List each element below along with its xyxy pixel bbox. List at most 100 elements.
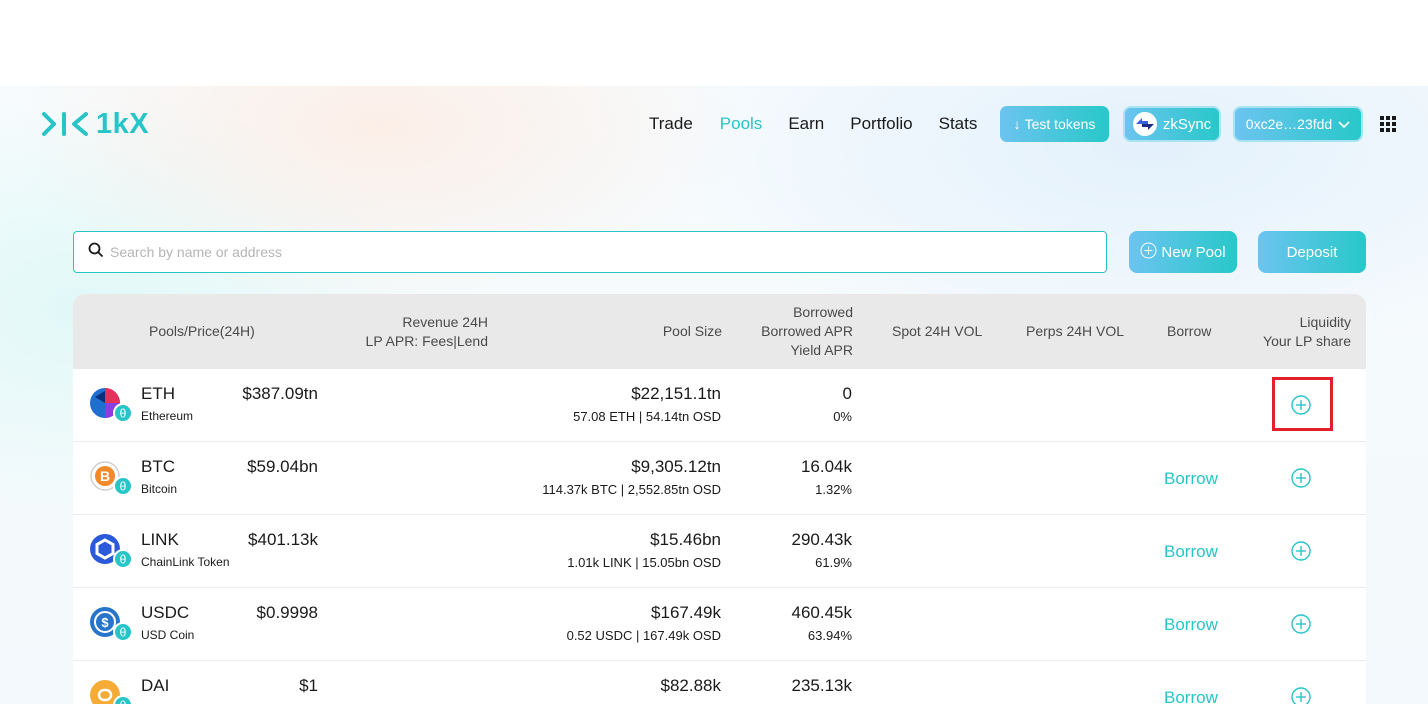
header-perps-vol[interactable]: Perps 24H VOL xyxy=(1026,322,1124,341)
borrowed-apr: 63.94% xyxy=(807,628,852,643)
token-symbol: DAI xyxy=(141,676,170,695)
deposit-label: Deposit xyxy=(1286,243,1338,261)
header-borrow: Borrow xyxy=(1167,323,1212,339)
token-symbol: LINK xyxy=(141,530,179,549)
table-row-btc[interactable]: B θ BTC Bitcoin $59.04bn $9,305.12tn 114… xyxy=(73,442,1366,515)
token-price: $0.9998 xyxy=(256,603,318,622)
nav-stats[interactable]: Stats xyxy=(939,114,978,134)
add-liquidity-button[interactable] xyxy=(1291,395,1311,415)
header-borrowed-line3: Yield APR xyxy=(790,342,853,358)
token-price: $1 xyxy=(299,676,318,695)
svg-text:θ: θ xyxy=(120,553,127,567)
btc-icon: B θ xyxy=(90,461,133,496)
token-symbol: ETH xyxy=(141,384,175,403)
deposit-button[interactable]: Deposit xyxy=(1258,231,1366,273)
token-name: Ethereum xyxy=(141,409,194,423)
logo-text: 1kX xyxy=(96,107,150,140)
table-row-link[interactable]: θ LINK ChainLink Token $401.13k $15.46bn… xyxy=(73,515,1366,588)
token-price: $401.13k xyxy=(248,530,318,549)
token-price: $59.04bn xyxy=(247,457,318,476)
top-blank-bar xyxy=(0,0,1428,86)
pool-size-detail: 0.52 USDC | 167.49k OSD xyxy=(566,628,721,643)
pool-size: $9,305.12tn xyxy=(631,457,721,476)
svg-text:θ: θ xyxy=(120,699,127,704)
link-icon: θ xyxy=(90,534,133,569)
header-revenue[interactable]: Revenue 24H LP APR: Fees|Lend xyxy=(366,313,488,351)
search-box xyxy=(73,231,1107,273)
header-liquidity-line2: Your LP share xyxy=(1263,333,1351,349)
token-symbol: USDC xyxy=(141,603,190,622)
header-borrowed-line2: Borrowed APR xyxy=(761,323,853,339)
nav-pools[interactable]: Pools xyxy=(720,114,763,134)
svg-text:B: B xyxy=(100,468,110,484)
test-tokens-button[interactable]: ↓ Test tokens xyxy=(1000,106,1109,142)
svg-text:θ: θ xyxy=(120,407,127,421)
header-pool-size[interactable]: Pool Size xyxy=(663,322,722,341)
pool-size: $167.49k xyxy=(651,603,721,622)
new-pool-label: New Pool xyxy=(1161,243,1226,261)
add-liquidity-button[interactable] xyxy=(1291,614,1311,634)
token-name: USD Coin xyxy=(141,628,195,642)
borrowed-value: 235.13k xyxy=(791,676,853,695)
header-liquidity-line1: Liquidity xyxy=(1299,314,1351,330)
borrow-link[interactable]: Borrow xyxy=(1164,469,1218,489)
eth-icon: θ xyxy=(90,388,133,423)
borrow-link[interactable]: Borrow xyxy=(1164,615,1218,635)
token-name: Bitcoin xyxy=(141,482,178,496)
logo[interactable]: 1kX xyxy=(42,107,150,140)
table-row-usdc[interactable]: $ θ USDC USD Coin $0.9998 $167.49k 0.52 … xyxy=(73,588,1366,661)
nav-trade[interactable]: Trade xyxy=(649,114,693,134)
borrow-link[interactable]: Borrow xyxy=(1164,688,1218,704)
network-button[interactable]: zkSync xyxy=(1123,106,1221,142)
logo-mark-icon xyxy=(42,111,90,137)
table-row-dai[interactable]: θ DAI $1 $82.88k 235.13k Borrow xyxy=(73,661,1366,704)
svg-text:θ: θ xyxy=(120,480,127,494)
chevron-down-icon xyxy=(1338,116,1350,132)
borrow-link[interactable]: Borrow xyxy=(1164,542,1218,562)
add-liquidity-button[interactable] xyxy=(1291,687,1311,704)
wallet-label: 0xc2e…23fdd xyxy=(1245,116,1333,132)
page: 1kX Trade Pools Earn Portfolio Stats ↓ T… xyxy=(0,86,1428,704)
borrowed-value: 16.04k xyxy=(800,457,852,476)
add-liquidity-button[interactable] xyxy=(1291,468,1311,488)
arrow-down-icon: ↓ xyxy=(1013,116,1021,132)
search-input[interactable] xyxy=(110,244,1106,260)
wallet-button[interactable]: 0xc2e…23fdd xyxy=(1233,106,1363,142)
pool-size-detail: 114.37k BTC | 2,552.85tn OSD xyxy=(542,482,721,497)
search-icon xyxy=(88,242,104,263)
header-pools[interactable]: Pools/Price(24H) xyxy=(149,322,255,341)
add-liquidity-button[interactable] xyxy=(1291,541,1311,561)
new-pool-button[interactable]: New Pool xyxy=(1129,231,1237,273)
pools-table: Pools/Price(24H) Revenue 24H LP APR: Fee… xyxy=(73,294,1366,704)
zksync-icon xyxy=(1132,112,1157,136)
pool-size: $15.46bn xyxy=(650,530,721,549)
pool-size: $22,151.1tn xyxy=(631,384,721,403)
nav-portfolio[interactable]: Portfolio xyxy=(850,114,912,134)
token-name: ChainLink Token xyxy=(141,555,230,569)
header-borrowed-line1: Borrowed xyxy=(793,304,853,320)
header-spot-vol[interactable]: Spot 24H VOL xyxy=(892,322,982,341)
borrowed-apr: 61.9% xyxy=(815,555,852,570)
main-nav: Trade Pools Earn Portfolio Stats xyxy=(649,114,977,134)
header-revenue-line2: LP APR: Fees|Lend xyxy=(365,333,488,349)
pool-size-detail: 1.01k LINK | 15.05bn OSD xyxy=(567,555,721,570)
borrowed-value: 0 xyxy=(842,384,852,403)
borrowed-apr: 1.32% xyxy=(815,482,852,497)
table-row-eth[interactable]: θ ETH Ethereum $387.09tn $22,151.1tn 57.… xyxy=(73,369,1366,442)
network-label: zkSync xyxy=(1162,115,1212,133)
header-borrowed[interactable]: Borrowed Borrowed APR Yield APR xyxy=(761,303,853,360)
table-header: Pools/Price(24H) Revenue 24H LP APR: Fee… xyxy=(73,294,1366,369)
apps-grid-icon[interactable] xyxy=(1380,116,1396,132)
svg-text:θ: θ xyxy=(120,626,127,640)
borrowed-apr: 0% xyxy=(833,409,852,424)
usdc-icon: $ θ xyxy=(90,607,133,642)
dai-icon: θ xyxy=(90,680,133,704)
token-price: $387.09tn xyxy=(242,384,318,403)
pool-size: $82.88k xyxy=(660,676,722,695)
token-symbol: BTC xyxy=(141,457,175,476)
plus-circle-icon xyxy=(1140,242,1157,263)
test-tokens-label: Test tokens xyxy=(1024,116,1096,132)
svg-text:$: $ xyxy=(101,615,109,630)
nav-earn[interactable]: Earn xyxy=(788,114,824,134)
header-liquidity: Liquidity Your LP share xyxy=(1263,313,1351,351)
